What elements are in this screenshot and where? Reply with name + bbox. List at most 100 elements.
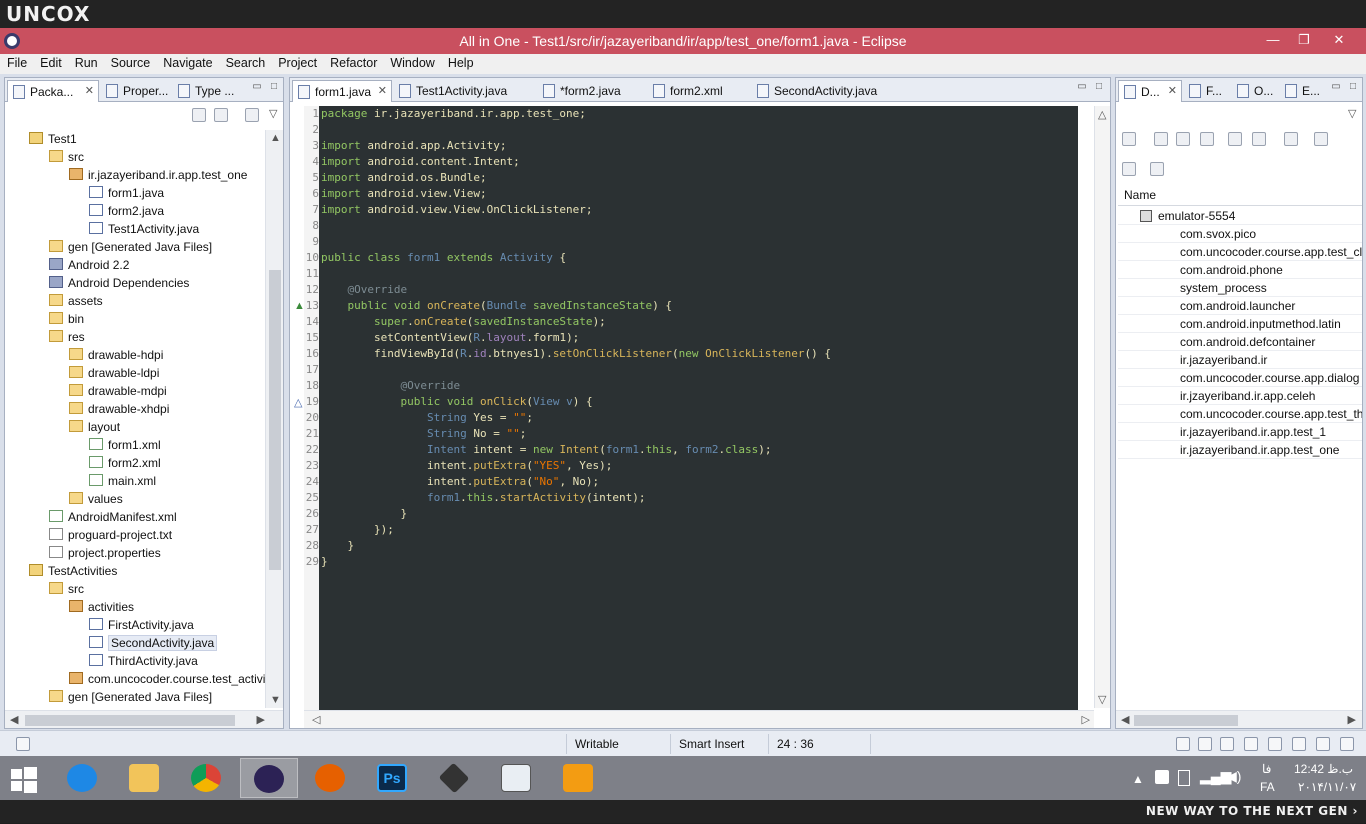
menu-project[interactable]: Project (271, 54, 323, 74)
tree-item[interactable]: FirstActivity.java (89, 616, 194, 634)
tree-item[interactable]: Test1 (29, 130, 77, 148)
taskbar-photoshop[interactable]: Ps (364, 758, 422, 798)
tree-item[interactable]: form2.java (89, 202, 164, 220)
close-icon[interactable]: ✕ (378, 84, 387, 97)
devices-horizontal-scrollbar[interactable]: ◀ ▶ (1116, 710, 1362, 728)
android-sdk-manager-icon[interactable] (1176, 737, 1190, 751)
menu-source[interactable]: Source (104, 54, 157, 74)
process-row[interactable]: com.android.launcher (1118, 297, 1362, 315)
external-tools-icon[interactable] (1340, 737, 1354, 751)
stop-process-icon[interactable] (1284, 132, 1298, 146)
maximize-view-icon[interactable]: □ (1093, 82, 1105, 94)
process-row[interactable]: system_process (1118, 279, 1362, 297)
process-row[interactable]: com.uncocoder.course.app.test_cl (1118, 243, 1362, 261)
close-button[interactable]: ✕ (1324, 30, 1354, 50)
start-profiling-icon[interactable] (1252, 132, 1266, 146)
tree-item[interactable]: TestActivities (29, 562, 117, 580)
maximize-view-icon[interactable]: □ (268, 82, 280, 94)
scroll-right-icon[interactable]: ▶ (1348, 713, 1356, 726)
process-row[interactable]: com.android.defcontainer (1118, 333, 1362, 351)
menu-window[interactable]: Window (383, 54, 440, 74)
tree-item[interactable]: gen [Generated Java Files] (49, 688, 212, 706)
close-icon[interactable]: ✕ (1168, 84, 1177, 97)
tree-item[interactable]: bin (49, 310, 84, 328)
taskbar-app-8[interactable] (488, 758, 546, 798)
tree-item[interactable]: main.xml (89, 472, 156, 490)
collapse-all-icon[interactable] (192, 108, 206, 122)
scroll-right-icon[interactable]: ▶ (257, 713, 265, 726)
scroll-down-icon[interactable]: ▽ (1098, 693, 1106, 706)
dump-hprof-icon[interactable] (1176, 132, 1190, 146)
scroll-left-icon[interactable]: ◀ (10, 713, 18, 726)
taskbar-media-player[interactable] (550, 758, 608, 798)
tree-item[interactable]: form2.xml (89, 454, 161, 472)
tree-item[interactable]: project.properties (49, 544, 161, 562)
scroll-left-icon[interactable]: ◀ (1121, 713, 1129, 726)
tree-item[interactable]: drawable-hdpi (69, 346, 163, 364)
tree-item[interactable]: gen [Generated Java Files] (49, 238, 212, 256)
process-row[interactable]: com.uncocoder.course.app.dialog (1118, 369, 1362, 387)
maximize-button[interactable]: ❐ (1289, 30, 1319, 50)
editor-tab-test1activity[interactable]: Test1Activity.java (394, 80, 536, 102)
tree-item[interactable]: proguard-project.txt (49, 526, 172, 544)
maximize-view-icon[interactable]: □ (1347, 82, 1359, 94)
tree-item[interactable]: activities (69, 598, 134, 616)
minimize-view-icon[interactable]: ▭ (1330, 82, 1342, 94)
lint-icon[interactable] (1220, 737, 1234, 751)
tree-item[interactable]: form1.xml (89, 436, 161, 454)
tree-item[interactable]: src (49, 148, 84, 166)
implements-marker-icon[interactable]: △ (294, 396, 302, 409)
taskbar-internet-explorer[interactable] (54, 758, 112, 798)
tree-item[interactable]: ir.jazayeriband.ir.app.test_one (69, 166, 247, 184)
process-row[interactable]: ir.jzayeriband.ir.app.celeh (1118, 387, 1362, 405)
systrace-icon[interactable] (1122, 162, 1136, 176)
tree-item-selected[interactable]: SecondActivity.java (89, 634, 218, 652)
process-row[interactable]: ir.jazayeriband.ir.app.test_1 (1118, 423, 1362, 441)
taskbar-eclipse[interactable] (240, 758, 298, 798)
menu-refactor[interactable]: Refactor (323, 54, 383, 74)
taskbar-app-7[interactable] (426, 758, 484, 798)
taskbar-firefox[interactable] (302, 758, 360, 798)
minimize-button[interactable]: — (1258, 30, 1288, 50)
tree-item[interactable]: form1.java (89, 184, 164, 202)
debug-icon[interactable] (1292, 737, 1306, 751)
menu-run[interactable]: Run (68, 54, 104, 74)
tree-item[interactable]: layout (69, 418, 120, 436)
scroll-thumb[interactable] (269, 270, 281, 570)
process-row[interactable]: com.svox.pico (1118, 225, 1362, 243)
minimize-view-icon[interactable]: ▭ (251, 82, 263, 94)
tree-item[interactable]: drawable-xhdpi (69, 400, 169, 418)
process-row[interactable]: ir.jazayeriband.ir.app.test_one (1118, 441, 1362, 459)
scroll-up-icon[interactable]: △ (1098, 108, 1106, 121)
menu-edit[interactable]: Edit (33, 54, 68, 74)
device-row[interactable]: emulator-5554 (1118, 207, 1362, 225)
chevron-down-icon[interactable]: ▽ (1348, 107, 1356, 120)
taskbar-chrome[interactable] (178, 758, 236, 798)
update-threads-icon[interactable] (1228, 132, 1242, 146)
tree-item[interactable]: assets (49, 292, 103, 310)
tab-file-explorer[interactable]: F... (1184, 80, 1230, 102)
tree-item[interactable]: Test1Activity.java (89, 220, 199, 238)
start-button[interactable] (0, 758, 50, 798)
devices-name-column-header[interactable]: Name (1118, 184, 1362, 206)
avd-manager-icon[interactable] (1198, 737, 1212, 751)
fast-view-icon[interactable] (16, 737, 30, 751)
tree-item[interactable]: src (49, 580, 84, 598)
cause-gc-icon[interactable] (1200, 132, 1214, 146)
tab-outline[interactable]: O... (1232, 80, 1278, 102)
menu-help[interactable]: Help (441, 54, 480, 74)
tree-item[interactable]: values (69, 490, 123, 508)
tree-item[interactable]: drawable-mdpi (69, 382, 167, 400)
action-center-icon[interactable] (1155, 770, 1169, 784)
tab-package-explorer[interactable]: Packa... ✕ (7, 80, 99, 102)
tree-item[interactable]: Android Dependencies (49, 274, 189, 292)
close-icon[interactable]: ✕ (85, 84, 94, 97)
editor-tab-form1[interactable]: form1.java ✕ (292, 80, 392, 102)
link-with-editor-icon[interactable] (214, 108, 228, 122)
taskbar-file-explorer[interactable] (116, 758, 174, 798)
tree-item[interactable]: com.uncocoder.course.test_activi (69, 670, 265, 688)
scroll-left-icon[interactable]: ◁ (312, 713, 320, 726)
tree-item[interactable]: ThirdActivity.java (89, 652, 198, 670)
scroll-up-icon[interactable]: ▲ (270, 132, 281, 144)
tab-devices[interactable]: D... ✕ (1118, 80, 1182, 102)
